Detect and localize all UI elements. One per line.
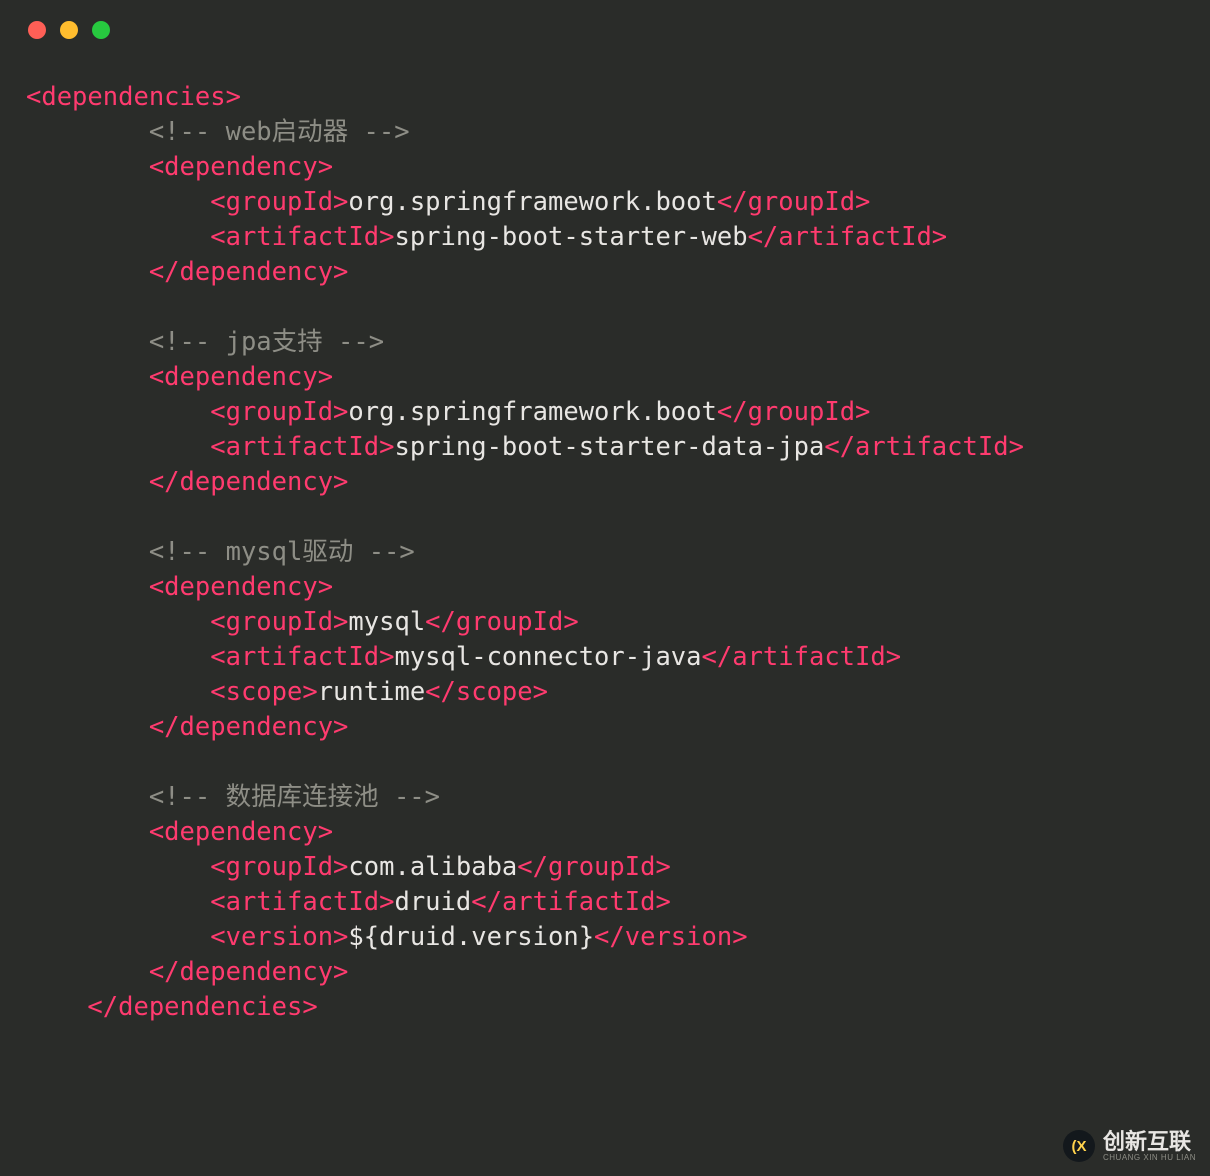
dep4-artifactId-open: <artifactId> <box>210 887 394 917</box>
dep3-groupId-close: </groupId> <box>425 607 579 637</box>
dep3-artifactId-close: </artifactId> <box>702 642 902 672</box>
dep3-scope-open: <scope> <box>210 677 317 707</box>
dep2-groupId-close: </groupId> <box>717 397 871 427</box>
logo-text-wrap: 创新互联 CHUANG XIN HU LIAN <box>1103 1131 1196 1162</box>
dep1-group: org.springframework.boot <box>348 187 716 217</box>
dep4-groupId-open: <groupId> <box>210 852 348 882</box>
dep4-version-close: </version> <box>594 922 748 952</box>
dep3-artifactId-open: <artifactId> <box>210 642 394 672</box>
dep4-artifact: druid <box>394 887 471 917</box>
dep1-artifact: spring-boot-starter-web <box>394 222 747 252</box>
dep2-artifactId-open: <artifactId> <box>210 432 394 462</box>
dep3-group: mysql <box>348 607 425 637</box>
code-block: <dependencies> <!-- web启动器 --> <dependen… <box>0 60 1210 1025</box>
dep4-open: <dependency> <box>149 817 333 847</box>
dep1-open: <dependency> <box>149 152 333 182</box>
logo-name: 创新互联 <box>1103 1131 1196 1153</box>
dep3-scope: runtime <box>318 677 425 707</box>
dep2-open: <dependency> <box>149 362 333 392</box>
zoom-icon[interactable] <box>92 21 110 39</box>
dep2-artifact: spring-boot-starter-data-jpa <box>394 432 824 462</box>
tag-dependencies-close: </dependencies> <box>87 992 317 1022</box>
comment-web: <!-- web启动器 --> <box>149 117 410 147</box>
dep2-close: </dependency> <box>149 467 349 497</box>
tag-dependencies-open: <dependencies> <box>26 82 241 112</box>
dep4-version-open: <version> <box>210 922 348 952</box>
code-window: <dependencies> <!-- web启动器 --> <dependen… <box>0 0 1210 1176</box>
comment-mysql: <!-- mysql驱动 --> <box>149 537 415 567</box>
dep1-artifactId-close: </artifactId> <box>748 222 948 252</box>
dep2-groupId-open: <groupId> <box>210 397 348 427</box>
dep1-close: </dependency> <box>149 257 349 287</box>
dep1-groupId-open: <groupId> <box>210 187 348 217</box>
close-icon[interactable] <box>28 21 46 39</box>
dep4-version: ${druid.version} <box>348 922 594 952</box>
dep3-artifact: mysql-connector-java <box>394 642 701 672</box>
comment-pool: <!-- 数据库连接池 --> <box>149 782 440 812</box>
dep4-close: </dependency> <box>149 957 349 987</box>
logo-badge-icon: (X <box>1063 1130 1095 1162</box>
dep2-group: org.springframework.boot <box>348 397 716 427</box>
dep2-artifactId-close: </artifactId> <box>824 432 1024 462</box>
dep1-groupId-close: </groupId> <box>717 187 871 217</box>
logo-subtitle: CHUANG XIN HU LIAN <box>1103 1153 1196 1162</box>
dep3-open: <dependency> <box>149 572 333 602</box>
minimize-icon[interactable] <box>60 21 78 39</box>
window-titlebar <box>0 0 1210 60</box>
watermark-logo: (X 创新互联 CHUANG XIN HU LIAN <box>1063 1130 1196 1162</box>
dep4-artifactId-close: </artifactId> <box>471 887 671 917</box>
dep1-artifactId-open: <artifactId> <box>210 222 394 252</box>
dep3-scope-close: </scope> <box>425 677 548 707</box>
dep3-close: </dependency> <box>149 712 349 742</box>
dep4-group: com.alibaba <box>348 852 517 882</box>
comment-jpa: <!-- jpa支持 --> <box>149 327 384 357</box>
dep4-groupId-close: </groupId> <box>517 852 671 882</box>
dep3-groupId-open: <groupId> <box>210 607 348 637</box>
